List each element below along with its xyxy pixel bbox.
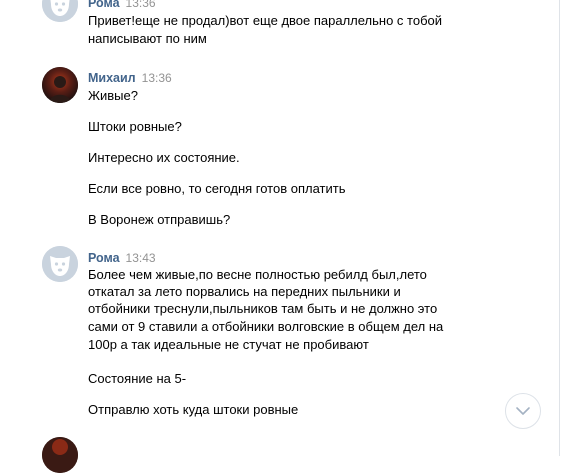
message-text: Отправлю хоть куда штоки ровные xyxy=(88,402,299,417)
message-text: Привет!еще не продал)вот еще двое паралл… xyxy=(88,13,443,28)
panel-border xyxy=(559,0,560,456)
avatar[interactable] xyxy=(42,437,78,473)
scroll-down-button[interactable] xyxy=(505,393,541,429)
message-text: Состояние на 5- xyxy=(88,371,187,386)
message-text: Интересно их состояние. xyxy=(88,150,240,165)
dog-avatar-icon xyxy=(42,0,78,22)
user-photo-icon xyxy=(42,437,78,473)
avatar[interactable] xyxy=(42,0,78,22)
author-name[interactable]: Рома xyxy=(88,0,120,10)
message-text: отбойники треснули,пыльников там быть и … xyxy=(88,301,438,316)
chevron-down-icon xyxy=(516,407,530,415)
avatar[interactable] xyxy=(42,67,78,103)
message-text: написывают по ним xyxy=(88,31,207,46)
message-text: Штоки ровные? xyxy=(88,119,182,134)
message-text: сами от 9 ставили а отбойники волговские… xyxy=(88,319,444,334)
avatar[interactable] xyxy=(42,246,78,282)
message-text: 100р а так идеальные не стучат не пробив… xyxy=(88,337,369,352)
message-time[interactable]: 13:36 xyxy=(142,71,172,85)
message-text: В Воронеж отправишь? xyxy=(88,212,231,227)
message-time[interactable]: 13:43 xyxy=(126,251,156,265)
user-photo-icon xyxy=(42,67,78,103)
message-text: Если все ровно, то сегодня готов оплатит… xyxy=(88,181,346,196)
author-name[interactable]: Рома xyxy=(88,251,120,265)
message-text: Более чем живые,по весне полностью ребил… xyxy=(88,267,427,282)
message-text: Живые? xyxy=(88,88,138,103)
message-text: откатал за лето порвались на передних пы… xyxy=(88,284,401,299)
message-time[interactable]: 13:36 xyxy=(126,0,156,10)
dog-avatar-icon xyxy=(42,246,78,282)
author-name[interactable]: Михаил xyxy=(88,71,136,85)
